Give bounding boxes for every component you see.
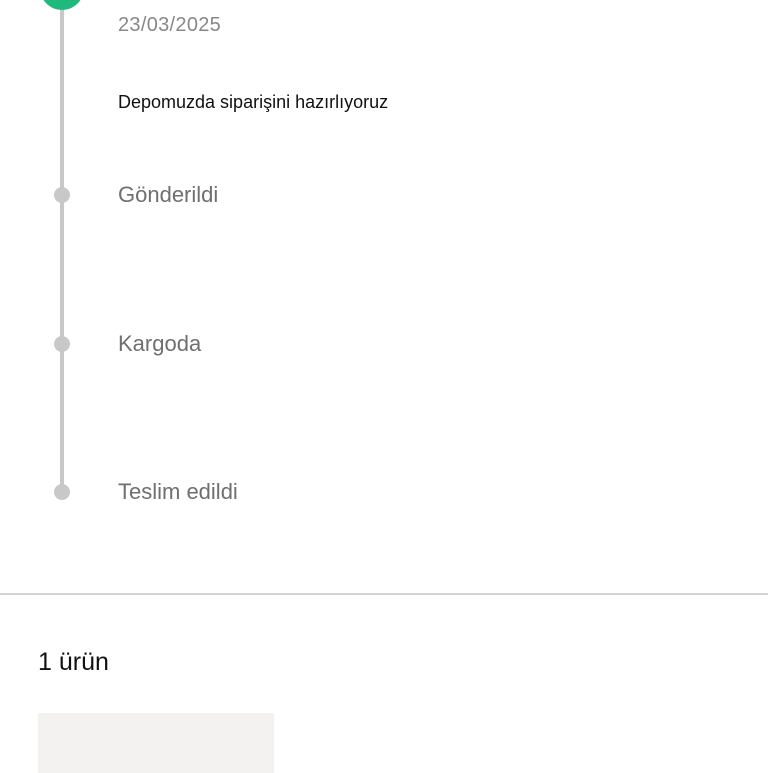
step-label-sent: Gönderildi [118,182,219,207]
product-thumbnail[interactable] [38,713,274,773]
step-label-in-transit: Kargoda [118,331,202,356]
step-dot-sent [54,187,70,203]
active-step-description: Depomuzda siparişini hazırlıyoruz [118,92,389,112]
timeline-line [60,0,64,494]
step-dot-in-transit [54,336,70,352]
section-divider [0,593,768,595]
items-count-heading: 1 ürün [38,648,109,676]
active-step-check-icon [40,0,84,10]
active-step-date: 23/03/2025 [118,14,222,36]
step-dot-delivered [54,484,70,500]
step-label-delivered: Teslim edildi [118,479,238,504]
